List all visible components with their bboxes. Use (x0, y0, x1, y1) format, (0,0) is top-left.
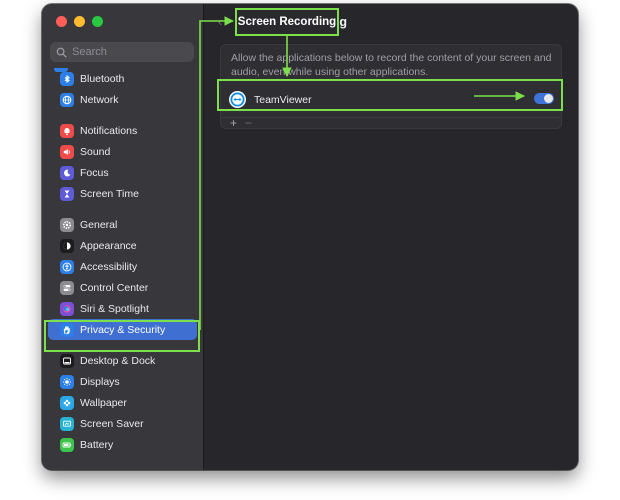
sidebar-item-label: Notifications (80, 124, 138, 137)
add-remove-bar: + − (221, 117, 561, 129)
highlight-app-row (217, 79, 563, 111)
flower-icon (60, 395, 74, 410)
search-field[interactable] (50, 42, 194, 62)
sidebar-item-desktop-and-dock[interactable]: Desktop & Dock (48, 350, 197, 371)
sidebar-item-screen-saver[interactable]: Screen Saver (48, 413, 197, 434)
sidebar-item-label: Sound (80, 145, 111, 158)
sidebar-item-control-center[interactable]: Control Center (48, 277, 197, 298)
switches-icon (60, 280, 74, 295)
sidebar-item-general[interactable]: General (48, 214, 197, 235)
sidebar-item-label: General (80, 218, 118, 231)
sidebar-item-label: Battery (80, 438, 114, 451)
sidebar-item-label: Accessibility (80, 260, 138, 273)
highlight-title-text: Screen Recording (237, 16, 337, 28)
back-chevron-icon[interactable]: ‹ (218, 14, 222, 29)
sidebar-item-appearance[interactable]: Appearance (48, 235, 197, 256)
search-icon (56, 47, 67, 58)
dock-icon (60, 353, 74, 368)
search-input[interactable] (72, 46, 182, 58)
highlight-screen-recording-title: Screen Recording (235, 8, 339, 36)
sidebar-item-label: Siri & Spotlight (80, 302, 149, 315)
sidebar-item-network[interactable]: Network (48, 89, 197, 110)
appearance-icon (60, 238, 74, 253)
sidebar-item-wallpaper[interactable]: Wallpaper (48, 392, 197, 413)
sidebar-item-label: Screen Saver (80, 417, 144, 430)
moon-icon (60, 165, 74, 180)
hourglass-icon (60, 186, 74, 201)
screensaver-icon (60, 416, 74, 431)
zoom-button[interactable] (92, 16, 103, 27)
content-pane: ‹ Screen Recording Allow the application… (204, 4, 578, 470)
system-settings-window: Bluetooth Network Notifications Sound Focus S… (42, 4, 578, 470)
sidebar-item-siri-and-spotlight[interactable]: Siri & Spotlight (48, 298, 197, 319)
sidebar-item-label: Control Center (80, 281, 149, 294)
sidebar-item-sound[interactable]: Sound (48, 141, 197, 162)
highlight-privacy-security (44, 320, 200, 352)
sidebar-item-label: Appearance (80, 239, 137, 252)
bell-icon (60, 123, 74, 138)
siri-icon (60, 301, 74, 316)
sidebar-item-label: Focus (80, 166, 109, 179)
speaker-icon (60, 144, 74, 159)
battery-icon (60, 437, 74, 452)
minimize-button[interactable] (74, 16, 85, 27)
sidebar-item-battery[interactable]: Battery (48, 434, 197, 455)
sidebar-item-label: Displays (80, 375, 120, 388)
sidebar-item-notifications[interactable]: Notifications (48, 120, 197, 141)
add-button[interactable]: + (230, 117, 237, 129)
accessibility-icon (60, 259, 74, 274)
globe-icon (60, 92, 74, 107)
bluetooth-icon (60, 71, 74, 86)
sun-icon (60, 374, 74, 389)
sidebar-item-label: Wallpaper (80, 396, 127, 409)
panel-description: Allow the applications below to record t… (231, 52, 552, 78)
sidebar-item-label: Bluetooth (80, 72, 125, 85)
sidebar-item-focus[interactable]: Focus (48, 162, 197, 183)
window-controls (56, 16, 103, 27)
sidebar-item-displays[interactable]: Displays (48, 371, 197, 392)
sidebar-item-bluetooth[interactable]: Bluetooth (48, 68, 197, 89)
sidebar-item-label: Screen Time (80, 187, 139, 200)
sidebar-item-label: Network (80, 93, 119, 106)
gear-icon (60, 217, 74, 232)
remove-button[interactable]: − (245, 117, 252, 129)
sidebar-item-screen-time[interactable]: Screen Time (48, 183, 197, 204)
sidebar-list: Bluetooth Network Notifications Sound Focus S… (42, 68, 203, 455)
sidebar-item-label: Desktop & Dock (80, 354, 156, 367)
sidebar: Bluetooth Network Notifications Sound Focus S… (42, 4, 204, 470)
sidebar-item-accessibility[interactable]: Accessibility (48, 256, 197, 277)
close-button[interactable] (56, 16, 67, 27)
